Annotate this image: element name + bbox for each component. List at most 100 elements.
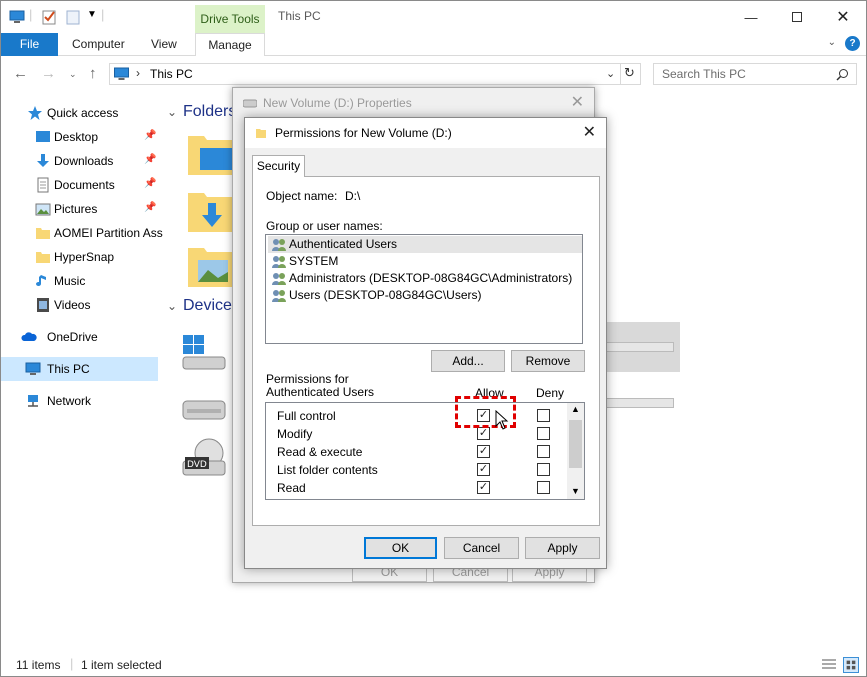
add-button[interactable]: Add... [431,350,505,372]
sidebar-item-downloads[interactable]: Downloads 📌 [1,149,158,173]
sidebar-item-label: OneDrive [47,330,98,344]
scroll-up-icon[interactable]: ▲ [571,404,580,414]
ok-button[interactable]: OK [364,537,437,559]
sidebar-item-label: AOMEI Partition Ass [54,226,163,240]
table-row: Read ✓ [266,479,566,497]
expand-ribbon-icon[interactable]: ⌄ [828,37,836,48]
deny-checkbox[interactable] [537,481,550,494]
group-header-folders[interactable]: Folders [183,103,236,121]
object-name-label: Object name: [266,189,338,203]
close-icon[interactable]: ✕ [571,92,584,112]
collapse-chevron-icon[interactable]: ⌄ [167,105,177,119]
remove-button[interactable]: Remove [511,350,585,372]
list-item[interactable]: SYSTEM [268,253,582,270]
pin-icon[interactable]: 📌 [144,154,156,165]
collapse-chevron-icon[interactable]: ⌄ [167,299,177,313]
sidebar-item-pictures[interactable]: Pictures 📌 [1,197,158,221]
users-icon [272,239,286,251]
sidebar-item-aomei[interactable]: AOMEI Partition Ass [1,221,163,245]
address-dropdown-icon[interactable]: ⌄ [606,67,615,80]
deny-column-header: Deny [536,386,565,400]
folder-icon [36,252,50,263]
desktop-folder-icon[interactable] [186,132,236,177]
selected-count: 1 item selected [81,658,162,672]
pin-icon[interactable]: 📌 [144,178,156,189]
downloads-folder-icon[interactable] [186,189,236,234]
permissions-dialog: Permissions for New Volume (D:) ✕ Securi… [244,117,607,569]
breadcrumb-chevron-icon[interactable]: › [136,66,140,80]
list-item[interactable]: Administrators (DESKTOP-08G84GC\Administ… [268,270,582,287]
toolbar-separator: | [29,7,33,22]
sidebar-item-network[interactable]: Network [1,389,158,413]
large-icons-view-icon[interactable] [843,657,859,673]
scrollbar-thumb[interactable] [569,420,582,468]
drive-icon[interactable] [181,395,227,423]
pictures-folder-icon[interactable] [186,244,236,289]
refresh-icon[interactable]: ↻ [624,65,635,81]
deny-checkbox[interactable] [537,445,550,458]
back-icon[interactable]: ← [13,65,28,82]
allow-checkbox[interactable]: ✓ [477,427,490,440]
details-view-icon[interactable] [821,658,837,672]
sidebar-item-videos[interactable]: Videos [1,293,158,317]
group-users-label: Group or user names: [266,219,383,233]
tab-security[interactable]: Security [252,155,305,177]
sidebar-item-documents[interactable]: Documents 📌 [1,173,158,197]
close-icon[interactable]: ✕ [583,122,596,142]
cancel-button[interactable]: Cancel [444,537,519,559]
sidebar-item-label: This PC [47,362,90,376]
cloud-icon [21,332,37,341]
videos-icon [37,298,49,312]
deny-checkbox[interactable] [537,463,550,476]
tab-view[interactable]: View [141,33,187,56]
scroll-down-icon[interactable]: ▼ [571,486,580,496]
maximize-button[interactable] [774,1,820,33]
sidebar-item-onedrive[interactable]: OneDrive [1,325,158,349]
desktop-icon [36,131,50,142]
apply-button[interactable]: Apply [525,537,600,559]
list-item-label: SYSTEM [289,254,339,268]
sidebar-item-quick-access[interactable]: Quick access [1,101,158,125]
dialog-title: New Volume (D:) Properties [263,96,412,110]
pin-icon[interactable]: 📌 [144,130,156,141]
address-bar[interactable]: › This PC ⌄ ↻ [109,63,641,85]
window-title: This PC [278,9,321,23]
sidebar-item-desktop[interactable]: Desktop 📌 [1,125,158,149]
drive-usage-bar [596,398,674,408]
sidebar-item-hypersnap[interactable]: HyperSnap [1,245,158,269]
tab-manage[interactable]: Manage [195,33,265,56]
list-item[interactable]: Authenticated Users [268,236,582,253]
minimize-icon: — [744,9,758,25]
drive-tools-context-label: Drive Tools [195,5,265,33]
users-listbox[interactable]: Authenticated Users SYSTEM Administrator… [265,234,583,344]
minimize-button[interactable]: — [728,1,774,33]
search-input[interactable]: Search This PC [653,63,857,85]
allow-checkbox[interactable]: ✓ [477,445,490,458]
pin-icon[interactable]: 📌 [144,202,156,213]
new-folder-icon[interactable] [65,9,81,25]
deny-checkbox[interactable] [537,427,550,440]
customize-toolbar-icon[interactable]: ▼ [87,9,97,20]
tab-file[interactable]: File [1,33,58,56]
tab-computer[interactable]: Computer [62,33,135,56]
computer-icon [9,10,25,23]
list-item[interactable]: Users (DESKTOP-08G84GC\Users) [268,287,582,304]
close-button[interactable]: ✕ [820,1,866,33]
allow-checkbox[interactable]: ✓ [477,463,490,476]
windows-drive-icon[interactable] [181,335,227,371]
up-icon[interactable]: ↑ [89,65,97,82]
allow-checkbox[interactable]: ✓ [477,481,490,494]
deny-checkbox[interactable] [537,409,550,422]
recent-locations-icon[interactable]: ⌄ [69,69,77,80]
properties-icon[interactable] [41,9,57,25]
permissions-list: Full control ✓ Modify ✓ Read & execute ✓… [265,402,585,500]
help-icon[interactable]: ? [845,36,860,51]
sidebar-item-music[interactable]: Music [1,269,158,293]
ribbon-tabs: File Computer View Manage ⌄ ? [1,33,866,56]
sidebar-item-this-pc[interactable]: This PC [1,357,158,381]
forward-icon[interactable]: → [41,65,56,82]
permissions-scrollbar[interactable]: ▲ ▼ [567,403,584,499]
dvd-drive-icon[interactable]: DVD [181,437,227,479]
download-icon [37,154,49,167]
breadcrumb[interactable]: This PC [150,67,193,81]
